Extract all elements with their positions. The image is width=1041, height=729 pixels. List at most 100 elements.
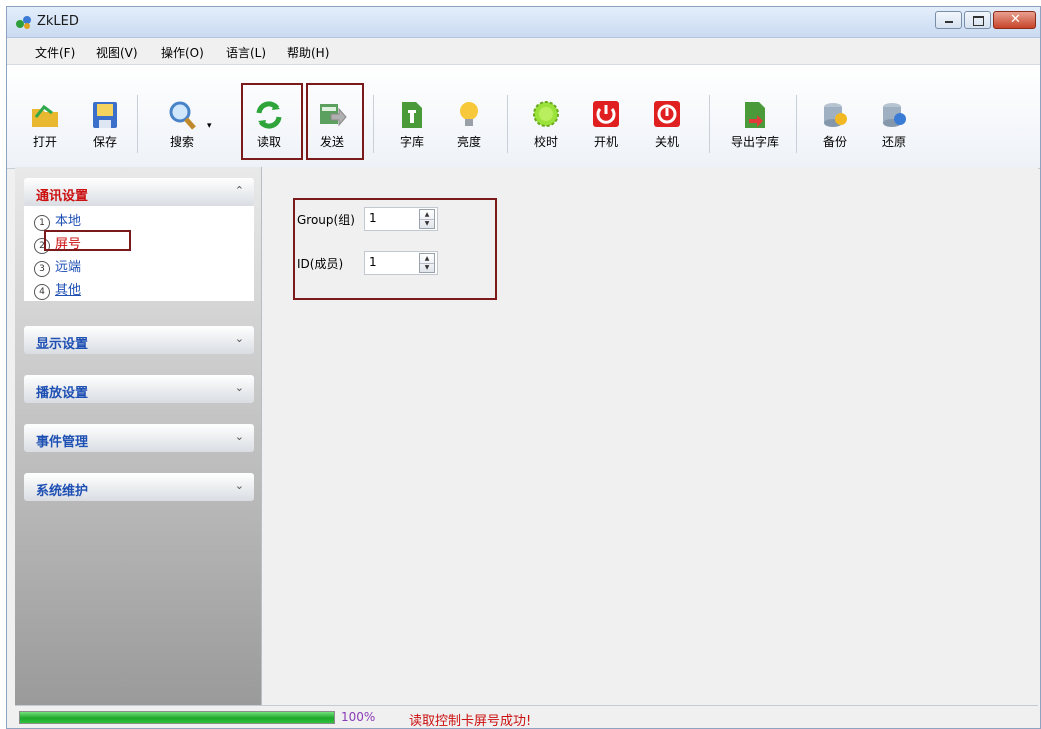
maximize-button[interactable] — [964, 11, 991, 29]
spin-down-icon[interactable]: ▼ — [420, 219, 434, 228]
toolbar-separator — [709, 95, 710, 153]
sidebar-group-playback-settings[interactable]: 播放设置 ⌄ — [24, 375, 254, 403]
time-sync-icon — [533, 101, 559, 127]
expand-chevron-icon[interactable]: ⌄ — [235, 479, 244, 492]
search-button[interactable]: 搜索 — [157, 95, 207, 153]
app-logo-icon — [16, 16, 31, 29]
group-title: 显示设置 — [36, 337, 89, 352]
restore-label: 还原 — [881, 135, 906, 149]
sidebar-item-remote[interactable]: 3 远端 — [34, 256, 81, 277]
group-title: 播放设置 — [36, 386, 89, 401]
toolbar-separator — [373, 95, 374, 153]
toolbar: 打开 保存 搜索 ▾ 读取 发送 字库 亮度 校时 开机 关机 导出字库 备份 … — [7, 64, 1040, 169]
sidebar-group-display-settings[interactable]: 显示设置 ⌄ — [24, 326, 254, 354]
number-2-icon: 2 — [34, 238, 50, 254]
close-button[interactable]: ✕ — [993, 11, 1036, 29]
font-library-label: 字库 — [399, 135, 424, 149]
group-title: 通讯设置 — [36, 189, 89, 204]
power-on-button[interactable]: 开机 — [581, 95, 631, 153]
restore-icon — [883, 103, 906, 127]
toolbar-separator — [507, 95, 508, 153]
progress-fill — [20, 712, 334, 723]
power-off-label: 关机 — [654, 135, 679, 149]
sidebar-item-local[interactable]: 1 本地 — [34, 210, 82, 231]
window-title: ZkLED — [37, 14, 79, 29]
open-button[interactable]: 打开 — [20, 95, 70, 153]
power-off-icon — [654, 101, 680, 127]
id-label: ID(成员) — [297, 257, 344, 271]
menu-operation[interactable]: 操作(O) — [161, 44, 204, 61]
send-label: 发送 — [319, 135, 344, 149]
read-label: 读取 — [256, 135, 281, 149]
backup-button[interactable]: 备份 — [810, 95, 860, 153]
sidebar: 通讯设置 ⌃ 1 本地 2 屏号 3 远端 4 其他 显示设置 ⌄ 播放设置 ⌄ — [15, 167, 261, 705]
power-off-button[interactable]: 关机 — [642, 95, 692, 153]
group-stepper[interactable]: ▲ ▼ — [419, 209, 435, 229]
send-button[interactable]: 发送 — [307, 95, 357, 153]
search-label: 搜索 — [169, 135, 194, 149]
expand-chevron-icon[interactable]: ⌄ — [235, 381, 244, 394]
item-label: 本地 — [55, 214, 82, 229]
group-title: 系统维护 — [36, 484, 89, 499]
toolbar-separator — [796, 95, 797, 153]
restore-button[interactable]: 还原 — [869, 95, 919, 153]
open-folder-icon — [32, 104, 58, 127]
number-3-icon: 3 — [34, 261, 50, 277]
status-message: 读取控制卡屏号成功! — [409, 714, 532, 729]
export-font-button[interactable]: 导出字库 — [722, 95, 788, 153]
spin-down-icon[interactable]: ▼ — [420, 263, 434, 272]
menu-language[interactable]: 语言(L) — [226, 44, 266, 61]
brightness-button[interactable]: 亮度 — [444, 95, 494, 153]
expand-chevron-icon[interactable]: ⌄ — [235, 430, 244, 443]
menu-help[interactable]: 帮助(H) — [287, 44, 329, 61]
send-icon — [320, 104, 347, 127]
progress-percent: 100% — [341, 710, 376, 724]
number-1-icon: 1 — [34, 215, 50, 231]
font-library-icon — [402, 102, 422, 128]
minimize-button[interactable] — [935, 11, 962, 29]
title-bar: ZkLED ✕ — [7, 7, 1040, 38]
minimize-icon — [945, 21, 953, 23]
item-label: 其他 — [55, 283, 82, 298]
font-library-button[interactable]: 字库 — [387, 95, 437, 153]
group-spinbox[interactable]: 1 ▲ ▼ — [364, 207, 438, 231]
power-on-label: 开机 — [593, 135, 618, 149]
export-font-icon — [745, 102, 765, 128]
collapse-chevron-icon[interactable]: ⌃ — [235, 184, 244, 197]
main-content: Group(组) 1 ▲ ▼ ID(成员) 1 ▲ ▼ — [261, 167, 1038, 705]
sidebar-group-event-management[interactable]: 事件管理 ⌄ — [24, 424, 254, 452]
expand-chevron-icon[interactable]: ⌄ — [235, 332, 244, 345]
sidebar-item-screen-number[interactable]: 2 屏号 — [34, 233, 81, 254]
group-value: 1 — [369, 211, 377, 225]
status-bar: 100% 读取控制卡屏号成功! — [15, 705, 1038, 729]
read-button[interactable]: 读取 — [244, 95, 294, 153]
save-button[interactable]: 保存 — [80, 95, 130, 153]
refresh-icon — [256, 101, 282, 129]
backup-label: 备份 — [822, 135, 847, 149]
maximize-icon — [973, 16, 984, 26]
close-icon: ✕ — [1010, 12, 1021, 27]
menu-view[interactable]: 视图(V) — [96, 44, 138, 61]
brightness-label: 亮度 — [456, 135, 481, 149]
menu-bar: 文件(F) 视图(V) 操作(O) 语言(L) 帮助(H) — [7, 38, 1040, 64]
group-label: Group(组) — [297, 213, 355, 227]
time-sync-button[interactable]: 校时 — [521, 95, 571, 153]
sidebar-group-comm-settings[interactable]: 通讯设置 ⌃ — [24, 178, 254, 206]
id-stepper[interactable]: ▲ ▼ — [419, 253, 435, 273]
id-spinbox[interactable]: 1 ▲ ▼ — [364, 251, 438, 275]
export-font-label: 导出字库 — [730, 135, 779, 149]
group-title: 事件管理 — [36, 435, 89, 450]
power-on-icon — [593, 101, 619, 127]
save-label: 保存 — [92, 135, 117, 149]
menu-file[interactable]: 文件(F) — [35, 44, 75, 61]
brightness-bulb-icon — [460, 102, 478, 126]
progress-bar — [19, 711, 335, 724]
search-icon — [169, 101, 196, 130]
search-dropdown-icon[interactable]: ▾ — [207, 121, 212, 131]
time-sync-label: 校时 — [533, 135, 558, 149]
sidebar-item-other[interactable]: 4 其他 — [34, 279, 82, 300]
sidebar-group-system-maintenance[interactable]: 系统维护 ⌄ — [24, 473, 254, 501]
save-icon — [93, 102, 117, 128]
id-value: 1 — [369, 255, 377, 269]
backup-icon — [824, 103, 847, 127]
